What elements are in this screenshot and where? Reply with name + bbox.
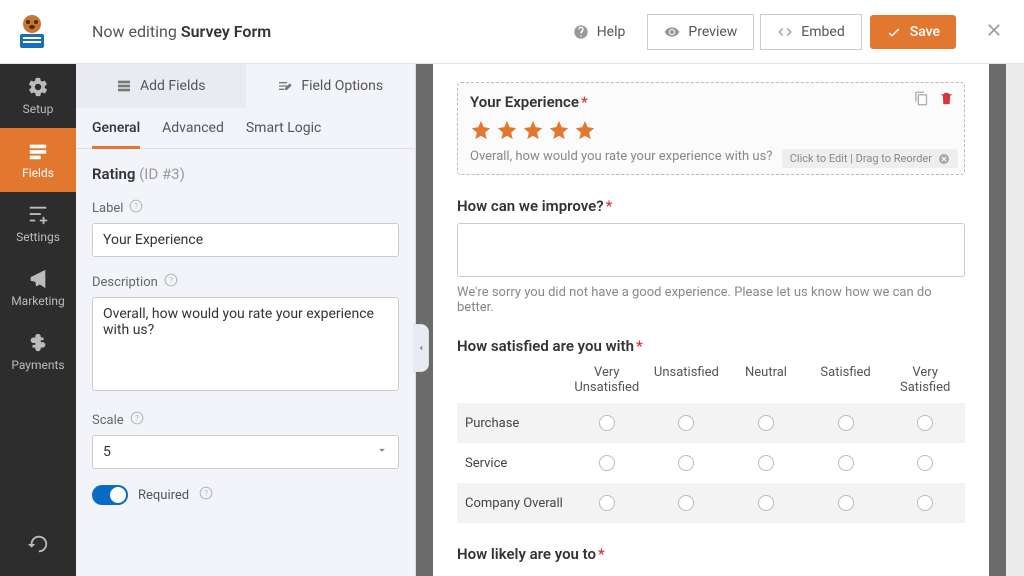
- required-row: Required ?: [92, 485, 399, 505]
- tab-field-options[interactable]: Field Options: [246, 64, 416, 108]
- required-label: Required: [138, 488, 189, 503]
- top-bar: Now editing Survey Form Help Preview Emb…: [0, 0, 1024, 64]
- nav-setup[interactable]: Setup: [0, 64, 76, 128]
- likert-radio[interactable]: [838, 495, 854, 511]
- eye-icon: [664, 24, 680, 40]
- embed-button[interactable]: Embed: [760, 14, 861, 50]
- code-icon: [777, 24, 793, 40]
- nps-field-label: How likely are you to*: [457, 545, 965, 563]
- likert-col: Very Unsatisfied: [567, 363, 647, 397]
- right-scrollbar-gutter: [1006, 64, 1024, 576]
- form-canvas: Your Experience* Overall, how would you …: [416, 64, 1006, 576]
- svg-text:?: ?: [204, 488, 208, 498]
- field-improve[interactable]: How can we improve?* We're sorry you did…: [457, 197, 965, 315]
- description-label: Description ?: [92, 273, 399, 291]
- likert-radio[interactable]: [838, 415, 854, 431]
- svg-text:?: ?: [169, 275, 173, 285]
- preview-button[interactable]: Preview: [647, 14, 754, 50]
- help-button[interactable]: Help: [557, 15, 642, 49]
- improve-field-label: How can we improve?*: [457, 197, 965, 215]
- left-nav: Setup Fields Settings Marketing Payments: [0, 64, 76, 576]
- likert-field-label: How satisfied are you with*: [457, 337, 965, 355]
- help-icon[interactable]: ?: [129, 199, 143, 217]
- field-options-panel: Add Fields Field Options General Advance…: [76, 64, 416, 576]
- likert-radio[interactable]: [838, 455, 854, 471]
- editing-title: Now editing Survey Form: [92, 22, 271, 41]
- scale-select[interactable]: 5: [92, 435, 399, 469]
- tab-add-fields[interactable]: Add Fields: [76, 64, 246, 108]
- panel-collapse-handle[interactable]: [413, 324, 429, 372]
- app-logo: [12, 12, 52, 52]
- likert-radio[interactable]: [917, 415, 933, 431]
- help-icon[interactable]: ?: [164, 273, 178, 291]
- edit-hint: Click to Edit | Drag to Reorder: [782, 149, 958, 168]
- delete-icon[interactable]: [939, 91, 954, 110]
- subtab-advanced[interactable]: Advanced: [162, 120, 224, 148]
- label-input[interactable]: [92, 223, 399, 257]
- field-heading: Rating (ID #3): [92, 165, 399, 183]
- likert-row: Company Overall: [457, 483, 965, 523]
- star-rating[interactable]: [470, 119, 952, 141]
- likert-radio[interactable]: [678, 495, 694, 511]
- panel-tabs: Add Fields Field Options: [76, 64, 415, 108]
- panel-body: Rating (ID #3) Label ? Description ? Sca…: [76, 149, 415, 521]
- save-button[interactable]: Save: [870, 15, 956, 49]
- subtab-general[interactable]: General: [92, 120, 140, 149]
- check-icon: [886, 24, 902, 40]
- improve-textarea[interactable]: [457, 223, 965, 277]
- likert-radio[interactable]: [758, 455, 774, 471]
- workspace: Setup Fields Settings Marketing Payments…: [0, 64, 1024, 576]
- nav-fields[interactable]: Fields: [0, 128, 76, 192]
- svg-text:?: ?: [135, 201, 139, 211]
- nav-revisions[interactable]: [0, 512, 76, 576]
- description-input[interactable]: [92, 297, 399, 391]
- likert-radio[interactable]: [599, 455, 615, 471]
- scale-label: Scale ?: [92, 411, 399, 429]
- field-nps[interactable]: How likely are you to*: [457, 545, 965, 563]
- nav-marketing[interactable]: Marketing: [0, 256, 76, 320]
- likert-col: Very Satisfied: [885, 363, 965, 397]
- svg-text:?: ?: [135, 413, 139, 423]
- likert-col: Satisfied: [806, 363, 886, 397]
- likert-col: Neutral: [726, 363, 806, 397]
- duplicate-icon[interactable]: [914, 91, 929, 110]
- likert-col: Unsatisfied: [647, 363, 727, 397]
- improve-field-desc: We're sorry you did not have a good expe…: [457, 285, 965, 315]
- likert-radio[interactable]: [758, 415, 774, 431]
- likert-row: Service: [457, 443, 965, 483]
- likert-radio[interactable]: [678, 455, 694, 471]
- required-toggle[interactable]: [92, 485, 128, 505]
- likert-row: Purchase: [457, 403, 965, 443]
- close-button[interactable]: [984, 20, 1004, 44]
- nav-settings[interactable]: Settings: [0, 192, 76, 256]
- help-icon[interactable]: ?: [130, 411, 144, 429]
- subtab-smart-logic[interactable]: Smart Logic: [246, 120, 321, 148]
- likert-radio[interactable]: [758, 495, 774, 511]
- rating-field-label: Your Experience*: [470, 93, 952, 111]
- field-likert[interactable]: How satisfied are you with* Very Unsatis…: [457, 337, 965, 523]
- field-rating[interactable]: Your Experience* Overall, how would you …: [457, 82, 965, 175]
- help-icon[interactable]: ?: [199, 486, 213, 504]
- label-label: Label ?: [92, 199, 399, 217]
- subtabs: General Advanced Smart Logic: [76, 108, 415, 149]
- likert-radio[interactable]: [678, 415, 694, 431]
- likert-radio[interactable]: [599, 415, 615, 431]
- help-icon: [573, 24, 589, 40]
- likert-radio[interactable]: [917, 455, 933, 471]
- likert-radio[interactable]: [917, 495, 933, 511]
- likert-table: Very Unsatisfied Unsatisfied Neutral Sat…: [457, 363, 965, 523]
- nav-payments[interactable]: Payments: [0, 320, 76, 384]
- likert-radio[interactable]: [599, 495, 615, 511]
